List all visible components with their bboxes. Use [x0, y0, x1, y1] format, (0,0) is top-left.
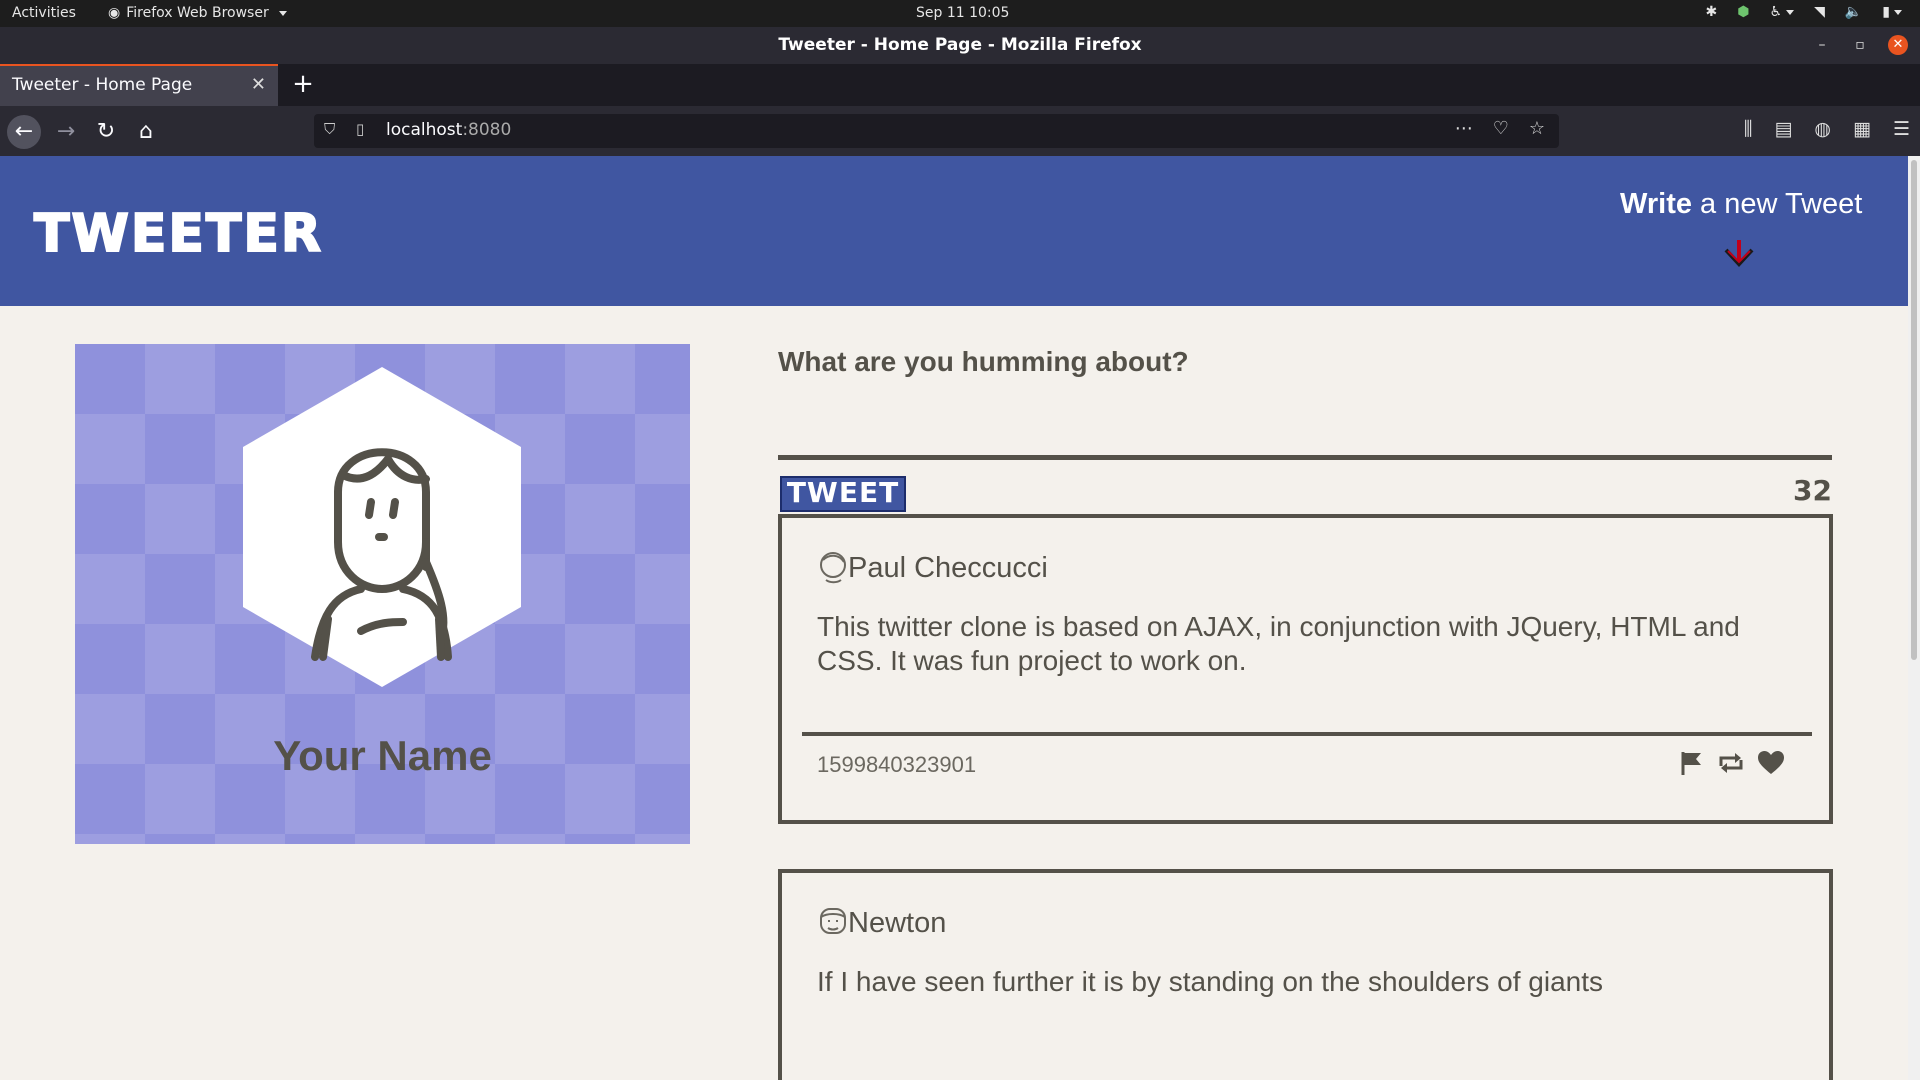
- new-tab-button[interactable]: +: [288, 69, 318, 99]
- battery-icon[interactable]: ▮: [1882, 4, 1902, 20]
- compose-label: What are you humming about?: [778, 346, 1189, 377]
- page-scrollbar[interactable]: [1908, 156, 1920, 1080]
- tweet-timestamp: 1599840323901: [817, 752, 977, 777]
- window-title-bar: Tweeter - Home Page - Mozilla Firefox – …: [0, 27, 1920, 64]
- user-avatar-icon: [820, 552, 846, 584]
- back-button[interactable]: ←: [7, 115, 41, 149]
- bookmark-star-icon[interactable]: ☆: [1529, 118, 1545, 139]
- app-menu[interactable]: ◉ Firefox Web Browser: [108, 5, 287, 21]
- toolbar-icons: ⫼ ▤ ◍ ▦ ☰: [1744, 118, 1910, 140]
- home-button[interactable]: ⌂: [129, 115, 163, 149]
- site-header: TWEETER Write a new Tweet: [0, 156, 1908, 306]
- url-text[interactable]: localhost:8080: [386, 120, 511, 140]
- activities-button[interactable]: Activities: [12, 5, 76, 21]
- system-tray[interactable]: ✱ ⬢ ♿ ◥ 🔈 ▮: [1706, 4, 1902, 20]
- minimize-icon[interactable]: –: [1812, 35, 1832, 55]
- navigation-toolbar: ← → ↻ ⌂ ⛉ ▯ localhost:8080 ⋯ ♡ ☆ ⫼ ▤ ◍ ▦…: [0, 106, 1920, 156]
- window-controls: – ▫ ✕: [1812, 35, 1908, 55]
- site-logo[interactable]: TWEETER: [33, 203, 323, 265]
- maximize-icon[interactable]: ▫: [1850, 35, 1870, 55]
- flag-icon[interactable]: [1679, 750, 1705, 776]
- pocket-icon[interactable]: ♡: [1493, 118, 1509, 139]
- user-avatar-icon: [820, 908, 846, 934]
- slack-icon[interactable]: ✱: [1706, 4, 1718, 20]
- forward-button[interactable]: →: [49, 115, 83, 149]
- character-counter: 32: [1793, 474, 1832, 507]
- library-icon[interactable]: ⫼: [1744, 118, 1753, 140]
- tab-strip: Tweeter - Home Page ✕ +: [0, 64, 1920, 106]
- tweet-text: This twitter clone is based on AJAX, in …: [817, 611, 1740, 676]
- system-top-bar: Activities ◉ Firefox Web Browser Sep 11 …: [0, 0, 1920, 27]
- tweet-submit-button[interactable]: TWEET: [780, 476, 906, 512]
- tab-tweeter-home[interactable]: Tweeter - Home Page ✕: [0, 64, 278, 106]
- tweet-author: Paul Checcucci: [848, 552, 1048, 584]
- sidebar-icon[interactable]: ▤: [1774, 118, 1792, 140]
- retweet-icon[interactable]: [1717, 750, 1745, 776]
- profile-name: Your Name: [273, 732, 492, 779]
- shield-tray-icon[interactable]: ⬢: [1737, 4, 1749, 20]
- down-arrow-icon[interactable]: [1722, 238, 1756, 268]
- tracking-protection-icon[interactable]: ⛉: [324, 120, 335, 138]
- menu-icon[interactable]: ☰: [1893, 118, 1910, 140]
- heart-icon[interactable]: [1757, 750, 1785, 776]
- profile-card: Your Name: [75, 344, 690, 844]
- page-viewport: TWEETER Write a new Tweet Your Name What…: [0, 156, 1908, 1080]
- profile-avatar: [243, 367, 521, 687]
- chevron-down-icon: [278, 10, 287, 16]
- extensions-icon[interactable]: ▦: [1853, 118, 1871, 140]
- accessibility-icon[interactable]: ♿: [1770, 4, 1795, 20]
- compose-textarea[interactable]: [778, 388, 1832, 460]
- url-bar[interactable]: ⛉ ▯ localhost:8080 ⋯ ♡ ☆: [314, 114, 1559, 148]
- scrollbar-thumb[interactable]: [1911, 160, 1917, 660]
- app-menu-label: Firefox Web Browser: [126, 5, 269, 21]
- tweet-card: Newton If I have seen further it is by s…: [778, 869, 1833, 1080]
- close-window-icon[interactable]: ✕: [1888, 35, 1908, 55]
- clock[interactable]: Sep 11 10:05: [916, 5, 1009, 21]
- volume-icon[interactable]: 🔈: [1845, 4, 1862, 20]
- tweet-actions: [1679, 750, 1785, 776]
- firefox-icon: ◉: [108, 5, 121, 21]
- write-new-tweet-link[interactable]: Write a new Tweet: [1620, 188, 1862, 221]
- tweet-card: Paul Checcucci This twitter clone is bas…: [778, 514, 1833, 824]
- reload-button[interactable]: ↻: [89, 115, 123, 149]
- tweet-divider: [802, 732, 1812, 736]
- tab-label: Tweeter - Home Page: [12, 75, 193, 95]
- window-title: Tweeter - Home Page - Mozilla Firefox: [778, 35, 1142, 55]
- close-tab-icon[interactable]: ✕: [251, 74, 266, 95]
- page-actions-icon[interactable]: ⋯: [1455, 118, 1473, 139]
- tweet-text: If I have seen further it is by standing…: [817, 966, 1604, 997]
- network-icon[interactable]: ◥: [1814, 4, 1825, 20]
- page-info-icon[interactable]: ▯: [356, 120, 364, 138]
- account-icon[interactable]: ◍: [1814, 118, 1831, 140]
- tweet-author: Newton: [848, 907, 947, 939]
